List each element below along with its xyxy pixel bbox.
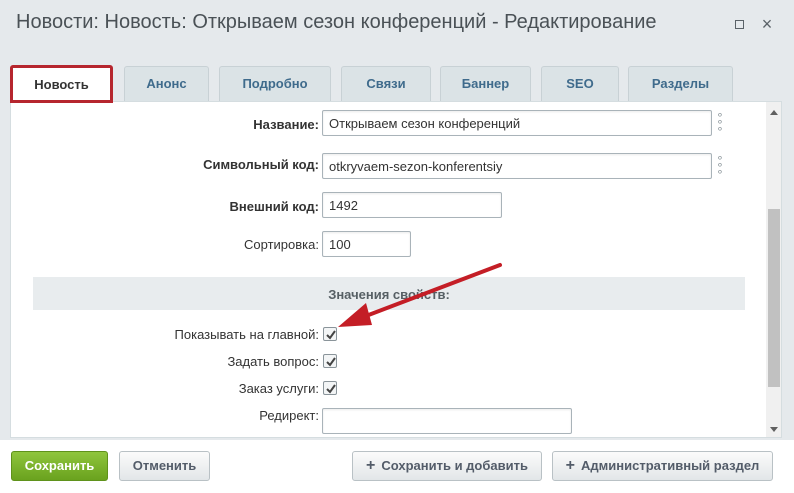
save-and-add-label: Сохранить и добавить [381,458,528,473]
tab-details[interactable]: Подробно [219,66,331,101]
admin-section-label: Административный раздел [581,458,760,473]
code-label: Символьный код: [203,157,319,172]
order-service-checkbox[interactable] [323,381,337,395]
form-content: Название: ∘∘∘ Символьный код: ∘∘∘ Внешни… [10,101,782,438]
tab-announce[interactable]: Анонс [124,66,209,101]
plus-icon: + [366,457,376,474]
maximize-button[interactable] [731,16,747,32]
checkmark-icon [326,330,336,340]
ask-question-checkbox[interactable] [323,354,337,368]
admin-section-button[interactable]: + Административный раздел [552,451,773,481]
checkmark-icon [326,384,336,394]
scrollbar-thumb[interactable] [768,209,780,387]
properties-section-header: Значения свойств: [33,277,745,310]
scrollbar[interactable] [766,102,781,437]
tab-banner[interactable]: Баннер [440,66,531,101]
link-translit-icon[interactable]: ∘ ∘ ∘ [715,110,725,135]
show-main-label: Показывать на главной: [174,327,319,342]
sort-label: Сортировка: [244,237,319,252]
code-input[interactable] [322,153,712,179]
order-service-label: Заказ услуги: [238,381,319,396]
maximize-icon [734,20,744,29]
close-button[interactable]: × [759,15,775,33]
tab-news[interactable]: Новость [10,65,113,103]
tab-links[interactable]: Связи [341,66,431,101]
scroll-down-icon[interactable] [770,427,778,432]
ask-question-label: Задать вопрос: [227,354,319,369]
save-and-add-button[interactable]: + Сохранить и добавить [352,451,542,481]
window-title: Новости: Новость: Открываем сезон конфер… [16,11,657,33]
name-input[interactable] [322,110,712,136]
name-label: Название: [253,117,319,132]
external-code-label: Внешний код: [229,199,319,214]
tab-sections[interactable]: Разделы [628,66,733,101]
window-titlebar: Новости: Новость: Открываем сезон конфер… [0,0,794,48]
tab-seo[interactable]: SEO [541,66,619,101]
plus-icon: + [565,457,576,474]
checkmark-icon [326,357,336,367]
redirect-input[interactable] [322,408,572,434]
link-translit-icon[interactable]: ∘ ∘ ∘ [715,153,725,178]
cancel-button[interactable]: Отменить [119,451,210,481]
save-button[interactable]: Сохранить [11,451,108,481]
redirect-label: Редирект: [259,408,319,423]
scroll-up-icon[interactable] [770,110,778,115]
sort-input[interactable] [322,231,411,257]
external-code-input[interactable] [322,192,502,218]
show-main-checkbox[interactable] [323,327,337,341]
